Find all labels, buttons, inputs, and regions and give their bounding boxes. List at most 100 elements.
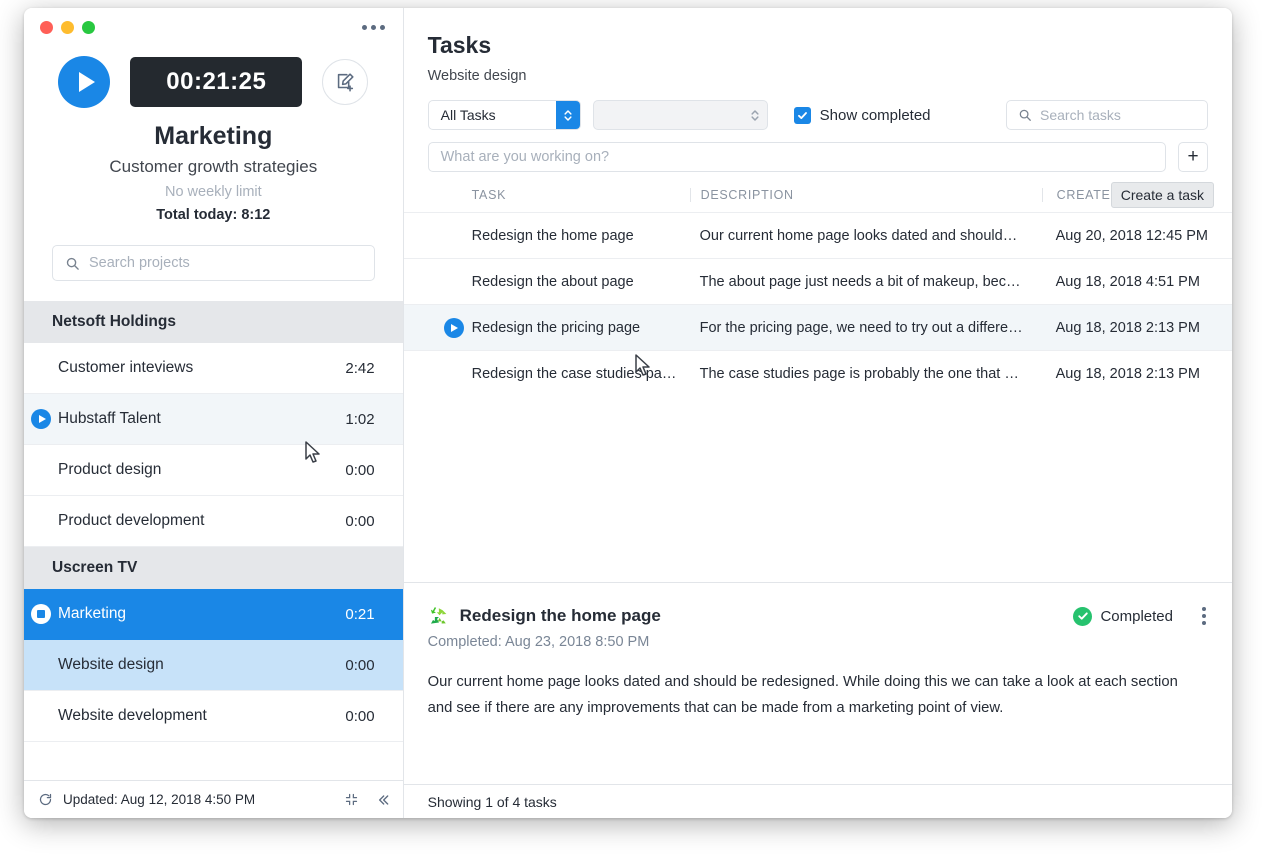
- task-created-cell: Aug 18, 2018 4:51 PM: [1055, 273, 1200, 290]
- add-note-button[interactable]: [322, 59, 369, 105]
- sidebar-footer: Updated: Aug 12, 2018 4:50 PM: [24, 780, 403, 818]
- table-row[interactable]: Redesign the home page Our current home …: [403, 212, 1232, 258]
- task-created-cell: Aug 18, 2018 2:13 PM: [1055, 365, 1200, 382]
- project-group-header: Netsoft Holdings: [24, 301, 403, 343]
- new-task-row: What are you working on? +: [404, 130, 1232, 172]
- project-search-wrap: Search projects: [24, 223, 403, 301]
- maximize-window-icon[interactable]: [82, 20, 95, 34]
- task-filter-value: All Tasks: [440, 107, 496, 123]
- table-header-row: TASK DESCRIPTION CREATED: [404, 188, 1232, 212]
- project-time: 0:00: [345, 512, 375, 530]
- project-start-timer-button[interactable]: [28, 409, 54, 429]
- create-task-button[interactable]: +: [1178, 142, 1208, 172]
- show-completed-checkbox[interactable]: Show completed: [793, 106, 931, 124]
- search-tasks-input[interactable]: Search tasks: [1006, 100, 1208, 130]
- search-projects-placeholder: Search projects: [89, 255, 190, 271]
- titlebar: [24, 8, 403, 46]
- stop-icon: [31, 604, 51, 624]
- project-label: Product design: [58, 461, 162, 478]
- show-completed-label: Show completed: [819, 106, 931, 124]
- tasks-toolbar: All Tasks Show completed Search tasks: [404, 84, 1232, 130]
- project-row-customer-inteviews[interactable]: Customer inteviews 2:42: [24, 343, 403, 394]
- project-time: 2:42: [345, 359, 375, 377]
- project-label: Product development: [58, 512, 205, 529]
- timer-display: 00:21:25: [130, 57, 303, 107]
- weekly-limit-text: No weekly limit: [164, 184, 262, 200]
- compact-view-icon[interactable]: [344, 792, 359, 807]
- start-timer-button[interactable]: [58, 56, 111, 108]
- task-description-cell: The about page just needs a bit of makeu…: [699, 273, 1021, 290]
- play-icon: [443, 317, 464, 338]
- task-start-timer-button[interactable]: [443, 317, 464, 338]
- project-label: Website design: [58, 656, 164, 673]
- task-detail-panel: Redesign the home page Completed Complet…: [403, 582, 1232, 784]
- task-created-cell: Aug 18, 2018 2:13 PM: [1055, 319, 1200, 336]
- task-name-cell: Redesign the pricing page: [471, 319, 641, 336]
- project-group-header: Uscreen TV: [24, 547, 403, 589]
- project-list: Netsoft Holdings Customer inteviews 2:42…: [24, 301, 403, 780]
- task-name-cell: Redesign the home page: [471, 227, 634, 244]
- main-header: Tasks Website design: [404, 8, 1232, 84]
- project-time: 0:21: [345, 605, 375, 623]
- search-projects-input[interactable]: Search projects: [52, 245, 375, 281]
- traffic-lights: [40, 20, 95, 34]
- main-footer: Showing 1 of 4 tasks: [403, 784, 1232, 818]
- search-icon: [1018, 108, 1032, 122]
- project-row-website-design[interactable]: Website design 0:00: [24, 640, 403, 691]
- project-row-product-design[interactable]: Product design 0:00: [24, 445, 403, 496]
- play-icon: [78, 72, 95, 92]
- kebab-menu-icon[interactable]: [1200, 605, 1208, 627]
- project-time: 0:00: [345, 656, 375, 674]
- secondary-filter-select[interactable]: [592, 100, 768, 130]
- page-title: Tasks: [427, 32, 492, 58]
- showing-count-text: Showing 1 of 4 tasks: [427, 793, 557, 810]
- project-stop-timer-button[interactable]: [28, 604, 54, 624]
- task-description-cell: For the pricing page, we need to try out…: [699, 319, 1023, 336]
- total-today-text: Total today: 8:12: [156, 207, 271, 223]
- task-description-cell: The case studies page is probably the on…: [699, 365, 1019, 382]
- table-row[interactable]: Redesign the about page The about page j…: [403, 258, 1232, 304]
- create-task-tooltip: Create a task: [1110, 182, 1214, 208]
- table-row[interactable]: Redesign the case studies pa… The case s…: [403, 350, 1232, 396]
- project-label: Hubstaff Talent: [58, 410, 161, 427]
- plus-icon: +: [1187, 146, 1199, 167]
- active-project-name: Marketing: [154, 122, 273, 150]
- new-task-placeholder: What are you working on?: [440, 149, 610, 165]
- task-detail-header: Redesign the home page Completed: [428, 605, 1208, 627]
- task-name-cell: Redesign the case studies pa…: [471, 365, 677, 382]
- status-label: Completed: [1100, 607, 1173, 625]
- timer-row: 00:21:25: [24, 46, 403, 112]
- task-detail-body: Our current home page looks dated and sh…: [427, 674, 1178, 716]
- project-row-hubstaff-talent[interactable]: Hubstaff Talent 1:02: [24, 394, 403, 445]
- column-header-description: DESCRIPTION: [689, 188, 1042, 202]
- tasks-table: TASK DESCRIPTION CREATED Redesign the ho…: [403, 188, 1232, 396]
- play-icon: [31, 409, 51, 429]
- check-circle-icon: [1073, 606, 1093, 626]
- task-created-cell: Aug 20, 2018 12:45 PM: [1055, 227, 1208, 244]
- search-icon: [65, 256, 80, 271]
- task-name-cell: Redesign the about page: [471, 273, 634, 290]
- project-row-website-development[interactable]: Website development 0:00: [24, 691, 403, 742]
- main-panel: Tasks Website design All Tasks Show comp…: [403, 8, 1232, 818]
- refresh-icon[interactable]: [38, 792, 53, 807]
- active-task-name: Customer growth strategies: [109, 157, 318, 176]
- new-task-input[interactable]: What are you working on?: [427, 142, 1166, 172]
- integration-logo-icon: [428, 606, 449, 627]
- project-label: Marketing: [58, 605, 127, 622]
- task-filter-select[interactable]: All Tasks: [427, 100, 581, 130]
- project-label: Customer inteviews: [58, 359, 194, 376]
- table-row[interactable]: Redesign the pricing page For the pricin…: [403, 304, 1232, 350]
- column-header-task: TASK: [471, 188, 507, 202]
- project-row-product-development[interactable]: Product development 0:00: [24, 496, 403, 547]
- minimize-window-icon[interactable]: [61, 20, 74, 34]
- last-updated-text: Updated: Aug 12, 2018 4:50 PM: [63, 792, 256, 807]
- close-window-icon[interactable]: [40, 20, 53, 34]
- checkmark-icon: [793, 106, 811, 124]
- project-time: 0:00: [345, 461, 375, 479]
- project-row-marketing[interactable]: Marketing 0:21: [24, 589, 403, 640]
- collapse-sidebar-icon[interactable]: [375, 792, 391, 808]
- project-label: Website development: [58, 707, 207, 724]
- more-options-icon[interactable]: [360, 19, 387, 36]
- project-time: 0:00: [345, 707, 375, 725]
- page-subtitle: Website design: [427, 68, 527, 84]
